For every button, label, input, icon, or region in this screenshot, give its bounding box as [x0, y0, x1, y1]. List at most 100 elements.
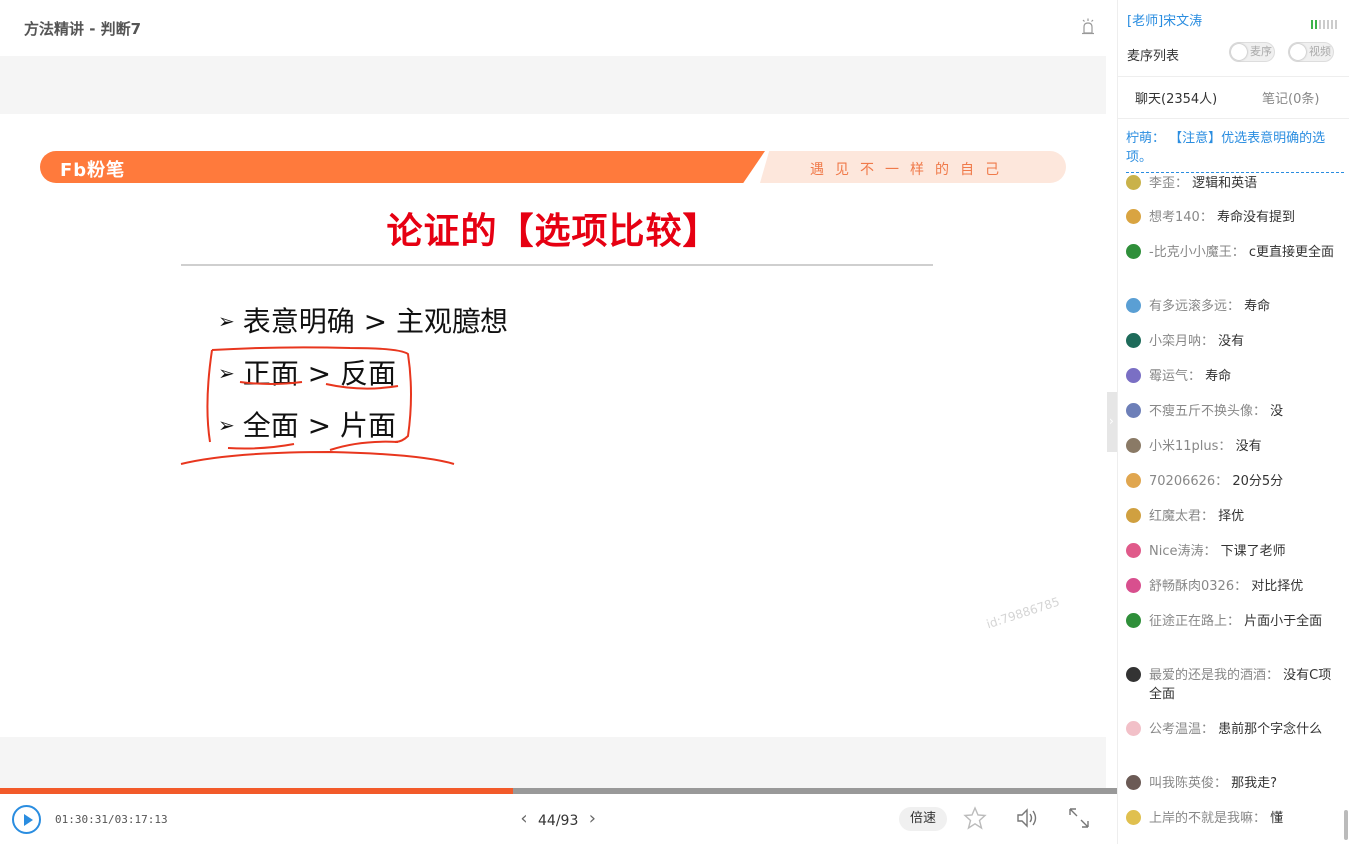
slide-top-margin [0, 56, 1106, 114]
chat-message-text: 舒畅酥肉0326： 对比择优 [1149, 577, 1344, 596]
chat-message-text: 上岸的不就是我嘛： 懂 [1149, 809, 1344, 828]
chat-body: 没有 [1235, 439, 1262, 454]
app-window: 方法精讲 - 判断7 Fb粉笔 遇见不一样的自己 论证的【选项比较】 ➢ 表意明确… [0, 0, 1349, 844]
chat-nickname: 70206626： [1149, 474, 1233, 489]
chat-message: 小栾月呐： 没有 [1126, 332, 1344, 351]
avatar[interactable] [1126, 333, 1141, 348]
tab-chat[interactable]: 聊天(2354人) [1135, 88, 1217, 107]
play-button[interactable] [12, 805, 41, 834]
chat-nickname: 不瘦五斤不换头像： [1149, 404, 1271, 419]
chat-message-text: 最爱的还是我的酒酒： 没有C项全面 [1149, 666, 1344, 704]
chat-message: 征途正在路上： 片面小于全面 [1126, 612, 1344, 631]
chat-message-text: 红魔太君： 择优 [1149, 507, 1344, 526]
avatar[interactable] [1126, 578, 1141, 593]
avatar[interactable] [1126, 298, 1141, 313]
chevron-left-icon[interactable]: ‹ [514, 808, 534, 829]
page-navigator: ‹ 44/93 › [514, 808, 602, 830]
bullet-arrow-icon: ➢ [218, 413, 235, 437]
chat-body: 那我走? [1231, 776, 1278, 791]
slide-title: 论证的【选项比较】 [386, 211, 720, 252]
chat-message-text: 有多远滚多远： 寿命 [1149, 297, 1344, 316]
slide-banner [40, 151, 765, 183]
chat-body: 寿命 [1205, 369, 1232, 384]
chat-message-text: Nice涛涛： 下课了老师 [1149, 542, 1344, 561]
avatar[interactable] [1126, 438, 1141, 453]
speed-button[interactable]: 倍速 [899, 807, 947, 831]
chat-body: 对比择优 [1251, 579, 1304, 594]
chevron-right-icon[interactable]: › [582, 808, 602, 829]
video-player: 方法精讲 - 判断7 Fb粉笔 遇见不一样的自己 论证的【选项比较】 ➢ 表意明确… [0, 0, 1118, 844]
slide-bottom-margin [0, 737, 1106, 788]
chevron-right-icon: › [1109, 414, 1114, 428]
chat-message-text: 征途正在路上： 片面小于全面 [1149, 612, 1344, 631]
watermark: id:79886785 [984, 594, 1062, 632]
chat-nickname: 小米11plus： [1149, 439, 1236, 454]
avatar[interactable] [1126, 667, 1141, 682]
avatar[interactable] [1126, 473, 1141, 488]
avatar[interactable] [1126, 175, 1141, 190]
bullet-text: 正面 > 反面 [242, 357, 397, 390]
chat-message-text: 不瘦五斤不换头像： 没 [1149, 402, 1344, 421]
chat-message: 想考140： 寿命没有提到 [1126, 208, 1344, 227]
avatar[interactable] [1126, 721, 1141, 736]
slide-divider [181, 264, 933, 266]
avatar[interactable] [1126, 244, 1141, 259]
chat-message-text: 想考140： 寿命没有提到 [1149, 208, 1344, 227]
tab-notes[interactable]: 笔记(0条) [1262, 88, 1319, 107]
avatar[interactable] [1126, 368, 1141, 383]
avatar[interactable] [1126, 613, 1141, 628]
chat-body: 没 [1270, 404, 1284, 419]
avatar[interactable] [1126, 543, 1141, 558]
chat-message: 70206626： 20分5分 [1126, 472, 1344, 491]
chat-message: 红魔太君： 择优 [1126, 507, 1344, 526]
chat-list: 李歪： 逻辑和英语 想考140： 寿命没有提到 -比克小小魔王： c更直接更全面 有多… [1118, 174, 1349, 844]
chat-message-text: 小栾月呐： 没有 [1149, 332, 1344, 351]
fenbi-logo: Fb粉笔 [60, 160, 126, 181]
chat-body: 寿命 [1244, 299, 1271, 314]
chat-message: 不瘦五斤不换头像： 没 [1126, 402, 1344, 421]
chat-body: 懂 [1270, 811, 1284, 826]
pinned-divider [1126, 172, 1344, 173]
chat-message-text: 叫我陈英俊： 那我走? [1149, 774, 1344, 793]
divider [1118, 76, 1349, 77]
slide-bullet: ➢ 正面 > 反面 [218, 352, 396, 392]
fullscreen-icon[interactable] [1067, 806, 1091, 830]
star-icon[interactable] [963, 806, 987, 830]
chat-nickname: -比克小小魔王： [1149, 245, 1249, 260]
avatar[interactable] [1126, 209, 1141, 224]
avatar[interactable] [1126, 403, 1141, 418]
chat-body: 择优 [1218, 509, 1245, 524]
chat-message: 霉运气： 寿命 [1126, 367, 1344, 386]
chat-sidebar: [老师]宋文涛 麦序列表 麦序 视频 聊天(2354人) 笔记(0条) 柠萌： … [1117, 0, 1349, 844]
chat-nickname: 想考140： [1149, 210, 1217, 225]
chat-message-text: -比克小小魔王： c更直接更全面 [1149, 243, 1344, 262]
chat-message-text: 小米11plus： 没有 [1149, 437, 1344, 456]
chat-body: 没有 [1218, 334, 1245, 349]
chat-body: c更直接更全面 [1248, 245, 1334, 260]
mic-queue-toggle[interactable]: 麦序 [1229, 42, 1275, 62]
chat-scrollbar[interactable] [1344, 810, 1348, 840]
avatar[interactable] [1126, 775, 1141, 790]
chat-nickname: 征途正在路上： [1149, 614, 1245, 629]
chat-nickname: 小栾月呐： [1149, 334, 1219, 349]
chat-nickname: 上岸的不就是我嘛： [1149, 811, 1271, 826]
chat-body: 下课了老师 [1220, 544, 1286, 559]
chat-nickname: 李歪： [1149, 176, 1193, 191]
bullet-text: 表意明确 > 主观臆想 [242, 305, 509, 338]
player-controls: 01:30:31/03:17:13 ‹ 44/93 › 倍速 [0, 794, 1117, 844]
chat-body: 患前那个字念什么 [1218, 722, 1323, 737]
video-toggle[interactable]: 视频 [1288, 42, 1334, 62]
chat-message: -比克小小魔王： c更直接更全面 [1126, 243, 1344, 262]
course-title: 方法精讲 - 判断7 [24, 20, 142, 38]
chat-body: 片面小于全面 [1244, 614, 1323, 629]
avatar[interactable] [1126, 508, 1141, 523]
chat-nickname: 叫我陈英俊： [1149, 776, 1232, 791]
chat-nickname: 霉运气： [1149, 369, 1206, 384]
volume-icon[interactable] [1015, 806, 1039, 830]
bullet-arrow-icon: ➢ [218, 309, 235, 333]
teacher-name: [老师]宋文涛 [1127, 14, 1203, 29]
chat-nickname: 有多远滚多远： [1149, 299, 1245, 314]
bell-icon[interactable] [1081, 18, 1095, 36]
playback-time: 01:30:31/03:17:13 [55, 813, 168, 826]
avatar[interactable] [1126, 810, 1141, 825]
